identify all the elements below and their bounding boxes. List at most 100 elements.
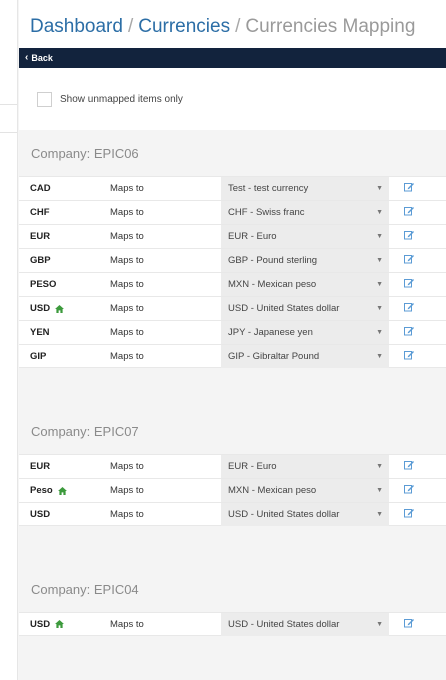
edit-button[interactable] [389,326,429,339]
caret-down-icon: ▼ [376,281,383,288]
edit-icon [404,206,414,219]
edit-button[interactable] [389,350,429,363]
currency-select-value: CHF - Swiss franc [228,207,305,218]
currency-select[interactable]: USD - United States dollar ▼ [221,502,389,526]
currency-code-cell: PESO [19,279,110,290]
edit-button[interactable] [389,302,429,315]
currency-code-cell: USD [19,303,110,314]
currency-select-value: EUR - Euro [228,461,277,472]
currency-code: CAD [30,183,51,194]
currency-select-value: Test - test currency [228,183,309,194]
edit-icon [404,302,414,315]
table-row: GBP Maps to GBP - Pound sterling ▼ [19,248,446,272]
maps-to-label: Maps to [110,618,144,630]
edit-button[interactable] [389,508,429,521]
edit-button[interactable] [389,278,429,291]
currency-select[interactable]: GBP - Pound sterling ▼ [221,249,389,272]
currency-select-value: MXN - Mexican peso [228,279,317,290]
company-header: Company: EPIC04 [31,581,139,597]
caret-down-icon: ▼ [376,329,383,336]
currency-code-cell: USD [19,509,110,520]
currency-code-cell: GIP [19,351,110,362]
show-unmapped-checkbox[interactable] [37,91,52,107]
company-header: Company: EPIC07 [31,423,139,439]
breadcrumb-currencies[interactable]: Currencies [138,16,230,37]
edit-button[interactable] [389,618,429,631]
edit-button[interactable] [389,254,429,267]
currency-code: EUR [30,461,51,472]
currency-mapping-table: CAD Maps to Test - test currency ▼ CHF M… [19,176,446,368]
action-bar: ‹ Back [19,48,446,68]
currency-code-cell: CAD [19,183,110,194]
edit-icon [404,618,414,631]
home-icon [57,486,67,495]
currency-select[interactable]: Test - test currency ▼ [221,177,389,200]
currency-select[interactable]: USD - United States dollar ▼ [221,297,389,320]
breadcrumb-dashboard[interactable]: Dashboard [30,16,123,37]
currency-code: Peso [30,485,53,496]
currency-select-value: MXN - Mexican peso [228,485,317,496]
maps-to-label: Maps to [110,508,144,520]
table-row: EUR Maps to EUR - Euro ▼ [19,454,446,478]
currency-select[interactable]: CHF - Swiss franc ▼ [221,201,389,224]
currency-select-value: GBP - Pound sterling [228,255,318,266]
breadcrumb-current: Currencies Mapping [245,16,416,37]
company-list: Company: EPIC06 CAD Maps to Test - test … [19,130,446,636]
maps-to-label: Maps to [110,327,144,338]
company-header: Company: EPIC06 [31,145,139,161]
currency-code: GBP [30,255,51,266]
currency-code-cell: EUR [19,461,110,472]
currency-code: USD [30,303,51,314]
currency-select[interactable]: GIP - Gibraltar Pound ▼ [221,344,389,368]
edit-icon [404,182,414,195]
currency-select-value: USD - United States dollar [228,618,340,630]
edit-button[interactable] [389,460,429,473]
edit-button[interactable] [389,182,429,195]
show-unmapped-label[interactable]: Show unmapped items only [60,94,183,105]
gutter-divider [0,132,17,133]
caret-down-icon: ▼ [376,305,383,312]
currency-select[interactable]: MXN - Mexican peso ▼ [221,479,389,502]
table-row: USD Maps to USD - United States dollar ▼ [19,296,446,320]
currency-code: EUR [30,231,51,242]
currency-code-cell: Peso [19,485,110,496]
currency-select[interactable]: USD - United States dollar ▼ [221,612,389,636]
table-row: CHF Maps to CHF - Swiss franc ▼ [19,200,446,224]
caret-down-icon: ▼ [376,620,383,628]
maps-to-label: Maps to [110,303,144,314]
currency-code: YEN [30,327,50,338]
currency-select[interactable]: EUR - Euro ▼ [221,225,389,248]
currency-select[interactable]: JPY - Japanese yen ▼ [221,321,389,344]
caret-down-icon: ▼ [376,233,383,240]
edit-icon [404,230,414,243]
currency-code-cell: EUR [19,231,110,242]
table-row: USD Maps to USD - United States dollar ▼ [19,612,446,636]
maps-to-label: Maps to [110,461,144,472]
caret-down-icon: ▼ [376,510,383,518]
home-icon [55,620,65,628]
currency-code: PESO [30,279,57,290]
currency-select[interactable]: MXN - Mexican peso ▼ [221,273,389,296]
edit-button[interactable] [389,484,429,497]
edit-icon [404,350,414,363]
caret-down-icon: ▼ [376,257,383,264]
currency-code: CHF [30,207,50,218]
edit-button[interactable] [389,230,429,243]
back-button-label: Back [31,53,53,63]
currency-select-value: USD - United States dollar [228,508,340,520]
edit-button[interactable] [389,206,429,219]
edit-icon [404,254,414,267]
maps-to-label: Maps to [110,279,144,290]
caret-down-icon: ▼ [376,209,383,216]
maps-to-label: Maps to [110,255,144,266]
caret-down-icon: ▼ [376,352,383,360]
main-content: Dashboard / Currencies / Currencies Mapping … [19,0,446,680]
currency-select[interactable]: EUR - Euro ▼ [221,455,389,478]
edit-icon [404,326,414,339]
table-row: USD Maps to USD - United States dollar ▼ [19,502,446,526]
currency-select-value: GIP - Gibraltar Pound [228,350,320,362]
breadcrumb-separator: / [127,16,134,37]
back-button[interactable]: ‹ Back [25,53,53,64]
